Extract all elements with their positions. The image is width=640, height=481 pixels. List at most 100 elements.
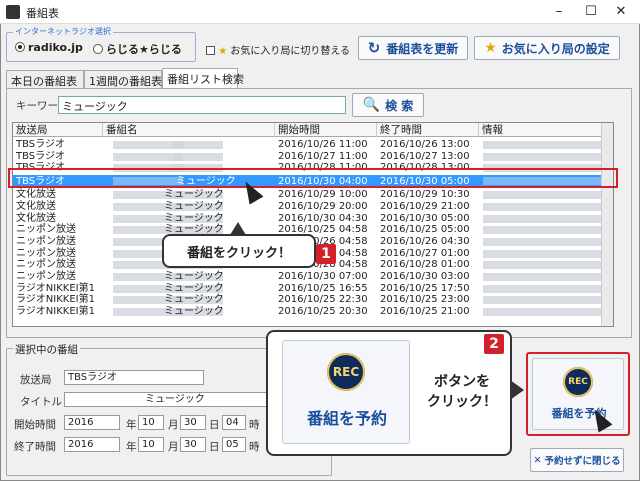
search-button-label: 検 索 [385, 98, 414, 113]
end-month-field[interactable]: 10 [138, 437, 164, 452]
end-year-field[interactable]: 2016 [64, 437, 120, 452]
cell-start: 2016/10/30 04:30 [278, 212, 368, 224]
start-hour-field[interactable]: 04 [222, 415, 246, 430]
callout2-line2: クリック！ [427, 394, 497, 410]
cell-end: 2016/10/26 13:00 [380, 139, 470, 150]
table-row[interactable]: ラジオNIKKEI第1 ミュージック 2016/10/25 22:30 2016/10… [13, 294, 613, 305]
tab-week[interactable]: 1週間の番組表 [84, 70, 162, 88]
table-row[interactable]: ラジオNIKKEI第1 ミュージック 2016/10/25 16:55 2016/10… [13, 283, 613, 294]
table-row[interactable]: 文化放送 ミュージック 2016/10/29 10:00 2016/10/29 10:… [13, 189, 613, 200]
callout2-text: ボタンを クリック！ [416, 372, 508, 412]
month-unit: 月 [168, 419, 179, 431]
radio-radiko-label: radiko.jp [28, 41, 83, 54]
cell-station: 文化放送 [16, 200, 56, 212]
program-list[interactable]: 放送局 番組名 開始時間 終了時間 情報 TBSラジオ 2016/10/26 11… [12, 122, 614, 327]
cell-end: 2016/10/27 13:00 [380, 150, 470, 162]
cell-station: ラジオNIKKEI第1 [16, 282, 95, 294]
zoomed-reserve-button: REC 番組を予約 [282, 340, 410, 444]
end-hour-field[interactable]: 05 [222, 437, 246, 452]
table-row[interactable]: TBSラジオ 2016/10/26 11:00 2016/10/26 13:00 [13, 139, 613, 150]
cell-program: ミュージック [164, 282, 224, 294]
radio-radiko[interactable]: radiko.jp [15, 41, 83, 54]
refresh-button[interactable]: ↻ 番組表を更新 [358, 36, 468, 60]
rec-icon: REC [563, 367, 593, 397]
cell-station: TBSラジオ [16, 150, 65, 162]
cell-station: ニッポン放送 [16, 259, 76, 271]
col-header-end[interactable]: 終了時間 [377, 123, 479, 137]
cell-program: ミュージック [164, 294, 224, 306]
masked-text [173, 152, 223, 161]
cell-end: 2016/10/27 01:00 [380, 247, 470, 259]
radio-rajiru[interactable]: らじる★らじる [93, 41, 182, 57]
masked-text [483, 226, 603, 235]
tab-today[interactable]: 本日の番組表 [6, 70, 84, 88]
cell-station: ラジオNIKKEI第1 [16, 306, 95, 318]
cell-station: ラジオNIKKEI第1 [16, 294, 95, 306]
cell-end: 2016/10/25 17:50 [380, 282, 470, 294]
list-scrollbar[interactable] [601, 123, 613, 326]
station-label: 放送局 [20, 374, 52, 386]
start-month-field[interactable]: 10 [138, 415, 164, 430]
list-header: 放送局 番組名 開始時間 終了時間 情報 [13, 123, 613, 137]
fav-settings-button[interactable]: ★ お気に入り局の設定 [474, 36, 620, 60]
col-header-start[interactable]: 開始時間 [275, 123, 377, 137]
cell-start: 2016/10/25 16:55 [278, 282, 368, 294]
table-row[interactable]: 文化放送 ミュージック 2016/10/29 20:00 2016/10/29 21:… [13, 201, 613, 212]
day-unit: 日 [209, 441, 220, 453]
callout2-line1: ボタンを [434, 374, 490, 390]
col-header-info[interactable]: 情報 [479, 123, 603, 137]
cell-program: ミュージック [164, 200, 224, 212]
rec-icon: REC [327, 353, 365, 391]
keyword-input[interactable]: ミュージック [58, 96, 346, 114]
year-unit: 年 [126, 419, 137, 431]
masked-text [483, 237, 603, 246]
day-unit: 日 [209, 419, 220, 431]
radio-dot-icon [15, 42, 25, 52]
col-header-program[interactable]: 番組名 [103, 123, 275, 137]
star-icon: ★ [484, 40, 497, 56]
close-icon[interactable]: ✕ [610, 3, 632, 21]
cell-start: 2016/10/30 07:00 [278, 271, 368, 282]
cell-station: 文化放送 [16, 189, 56, 201]
maximize-icon[interactable]: ☐ [580, 3, 602, 21]
minimize-icon[interactable]: – [548, 3, 570, 21]
title-bar: 番組表 – ☐ ✕ [0, 0, 640, 24]
table-row[interactable]: TBSラジオ 2016/10/27 11:00 2016/10/27 13:00 [13, 151, 613, 162]
star-icon: ★ [218, 46, 228, 57]
close-without-reserve-label: 予約せずに閉じる [544, 456, 621, 467]
masked-text [483, 261, 603, 270]
cell-station: ニッポン放送 [16, 224, 76, 236]
cell-end: 2016/10/29 10:30 [380, 189, 470, 201]
fav-toggle-checkbox[interactable]: ★ お気に入り局に切り替える [206, 42, 350, 57]
cell-end: 2016/10/30 05:00 [380, 212, 470, 224]
zoomed-reserve-label: 番組を予約 [306, 409, 387, 428]
cell-end: 2016/10/30 03:00 [380, 271, 470, 282]
close-without-reserve-button[interactable]: ✕ 予約せずに閉じる [530, 448, 624, 472]
start-year-field[interactable]: 2016 [64, 415, 120, 430]
table-row[interactable]: ニッポン放送 ミュージック 2016/10/30 07:00 2016/10/30 0… [13, 271, 613, 282]
cell-program: ミュージック [164, 271, 224, 282]
masked-text [483, 284, 603, 293]
cell-program: ミュージック [164, 189, 224, 201]
window-title: 番組表 [26, 7, 59, 20]
radio-group: インターネットラジオ選択 radiko.jp らじる★らじる [6, 26, 196, 62]
callout1-text: 番組をクリック！ [186, 245, 291, 261]
search-button[interactable]: 🔍 検 索 [352, 93, 424, 117]
cell-start: 2016/10/25 22:30 [278, 294, 368, 306]
table-row[interactable]: ラジオNIKKEI第1 ミュージック 2016/10/25 20:30 2016/10… [13, 306, 613, 317]
search-icon: 🔍 [362, 97, 381, 113]
cell-end: 2016/10/25 05:00 [380, 224, 470, 236]
fav-settings-label: お気に入り局の設定 [501, 41, 610, 56]
cell-start: 2016/10/25 20:30 [278, 306, 368, 318]
reserve-button[interactable]: REC 番組を予約 [532, 358, 624, 430]
table-row[interactable]: 文化放送 ミュージック 2016/10/30 04:30 2016/10/30 05:… [13, 213, 613, 224]
cell-station: ニッポン放送 [16, 271, 76, 282]
end-day-field[interactable]: 30 [180, 437, 206, 452]
tab-search[interactable]: 番組リスト検索 [162, 68, 244, 88]
table-row[interactable]: ニッポン放送 ミュージック 2016/10/25 04:58 2016/10/25 0… [13, 224, 613, 235]
col-header-station[interactable]: 放送局 [13, 123, 103, 137]
refresh-icon: ↻ [367, 39, 381, 57]
start-day-field[interactable]: 30 [180, 415, 206, 430]
step-badge-2: 2 [484, 334, 504, 354]
cell-station: 文化放送 [16, 212, 56, 224]
